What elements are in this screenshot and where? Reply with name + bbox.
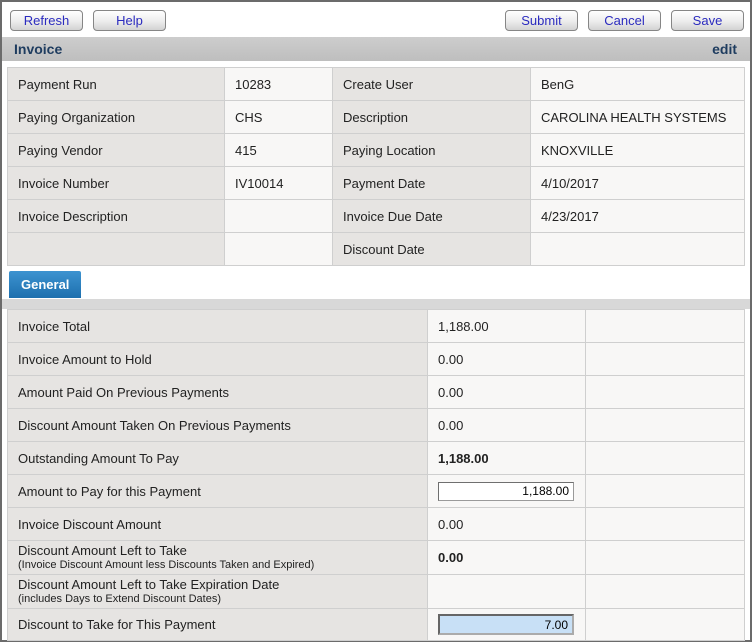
help-button[interactable]: Help xyxy=(93,10,166,31)
field-value-empty xyxy=(225,233,333,266)
row-value-discount-taken-previous: 0.00 xyxy=(428,409,586,442)
page-title: Invoice xyxy=(14,41,62,57)
cancel-button[interactable]: Cancel xyxy=(588,10,661,31)
field-label-paying-organization: Paying Organization xyxy=(8,101,225,134)
submit-button[interactable]: Submit xyxy=(505,10,578,31)
row-extra-outstanding-amount xyxy=(586,442,745,475)
field-label-empty xyxy=(8,233,225,266)
tab-shelf xyxy=(2,299,750,309)
field-value-description: CAROLINA HEALTH SYSTEMS xyxy=(531,101,745,134)
row-cell-discount-to-take xyxy=(428,609,586,641)
row-label-sub: (includes Days to Extend Discount Dates) xyxy=(18,592,279,606)
row-extra-amount-paid-previous xyxy=(586,376,745,409)
row-value-amount-paid-previous: 0.00 xyxy=(428,376,586,409)
row-label-main: Discount Amount Left to Take xyxy=(18,544,314,558)
amount-to-pay-input[interactable] xyxy=(438,482,574,501)
toolbar-right-group: Submit Cancel Save xyxy=(505,10,744,31)
row-label-invoice-amount-to-hold: Invoice Amount to Hold xyxy=(8,343,428,376)
row-extra-invoice-amount-to-hold xyxy=(586,343,745,376)
save-button[interactable]: Save xyxy=(671,10,744,31)
tab-general[interactable]: General xyxy=(9,271,81,298)
field-label-invoice-due-date: Invoice Due Date xyxy=(333,200,531,233)
toolbar: Refresh Help Submit Cancel Save xyxy=(2,2,750,37)
field-value-invoice-due-date: 4/23/2017 xyxy=(531,200,745,233)
field-label-paying-location: Paying Location xyxy=(333,134,531,167)
row-extra-discount-left-to-take xyxy=(586,541,745,575)
field-label-payment-run: Payment Run xyxy=(8,68,225,101)
refresh-button[interactable]: Refresh xyxy=(10,10,83,31)
row-label-discount-to-take: Discount to Take for This Payment xyxy=(8,609,428,641)
field-value-paying-organization: CHS xyxy=(225,101,333,134)
row-extra-invoice-total xyxy=(586,310,745,343)
row-label-main: Discount Amount Left to Take Expiration … xyxy=(18,578,279,592)
row-label-discount-expiration-date: Discount Amount Left to Take Expiration … xyxy=(8,575,428,609)
row-label-sub: (Invoice Discount Amount less Discounts … xyxy=(18,558,314,572)
row-label-discount-taken-previous: Discount Amount Taken On Previous Paymen… xyxy=(8,409,428,442)
field-value-invoice-description xyxy=(225,200,333,233)
row-extra-invoice-discount-amount xyxy=(586,508,745,541)
edit-link[interactable]: edit xyxy=(712,41,737,57)
field-value-payment-run: 10283 xyxy=(225,68,333,101)
row-extra-amount-to-pay xyxy=(586,475,745,508)
row-value-outstanding-amount: 1,188.00 xyxy=(428,442,586,475)
row-value-discount-expiration-date xyxy=(428,575,586,609)
row-value-invoice-amount-to-hold: 0.00 xyxy=(428,343,586,376)
field-value-invoice-number: IV10014 xyxy=(225,167,333,200)
row-value-invoice-discount-amount: 0.00 xyxy=(428,508,586,541)
row-value-invoice-total: 1,188.00 xyxy=(428,310,586,343)
general-detail-table: Invoice Total 1,188.00 Invoice Amount to… xyxy=(7,309,745,641)
toolbar-left-group: Refresh Help xyxy=(10,10,166,31)
row-extra-discount-expiration-date xyxy=(586,575,745,609)
row-extra-discount-to-take xyxy=(586,609,745,641)
row-cell-amount-to-pay xyxy=(428,475,586,508)
row-label-amount-to-pay: Amount to Pay for this Payment xyxy=(8,475,428,508)
row-label-amount-paid-previous: Amount Paid On Previous Payments xyxy=(8,376,428,409)
field-value-discount-date xyxy=(531,233,745,266)
field-label-paying-vendor: Paying Vendor xyxy=(8,134,225,167)
field-label-create-user: Create User xyxy=(333,68,531,101)
field-label-payment-date: Payment Date xyxy=(333,167,531,200)
invoice-fields-table: Payment Run 10283 Create User BenG Payin… xyxy=(7,67,745,266)
row-label-invoice-total: Invoice Total xyxy=(8,310,428,343)
field-value-paying-location: KNOXVILLE xyxy=(531,134,745,167)
field-value-payment-date: 4/10/2017 xyxy=(531,167,745,200)
row-label-outstanding-amount: Outstanding Amount To Pay xyxy=(8,442,428,475)
row-label-invoice-discount-amount: Invoice Discount Amount xyxy=(8,508,428,541)
row-label-discount-left-to-take: Discount Amount Left to Take (Invoice Di… xyxy=(8,541,428,575)
field-value-paying-vendor: 415 xyxy=(225,134,333,167)
invoice-header-bar: Invoice edit xyxy=(2,37,750,61)
field-label-invoice-number: Invoice Number xyxy=(8,167,225,200)
row-value-discount-left-to-take: 0.00 xyxy=(428,541,586,575)
tab-strip: General xyxy=(7,271,745,299)
field-label-discount-date: Discount Date xyxy=(333,233,531,266)
field-value-create-user: BenG xyxy=(531,68,745,101)
row-extra-discount-taken-previous xyxy=(586,409,745,442)
field-label-invoice-description: Invoice Description xyxy=(8,200,225,233)
field-label-description: Description xyxy=(333,101,531,134)
discount-to-take-input[interactable] xyxy=(438,614,574,635)
